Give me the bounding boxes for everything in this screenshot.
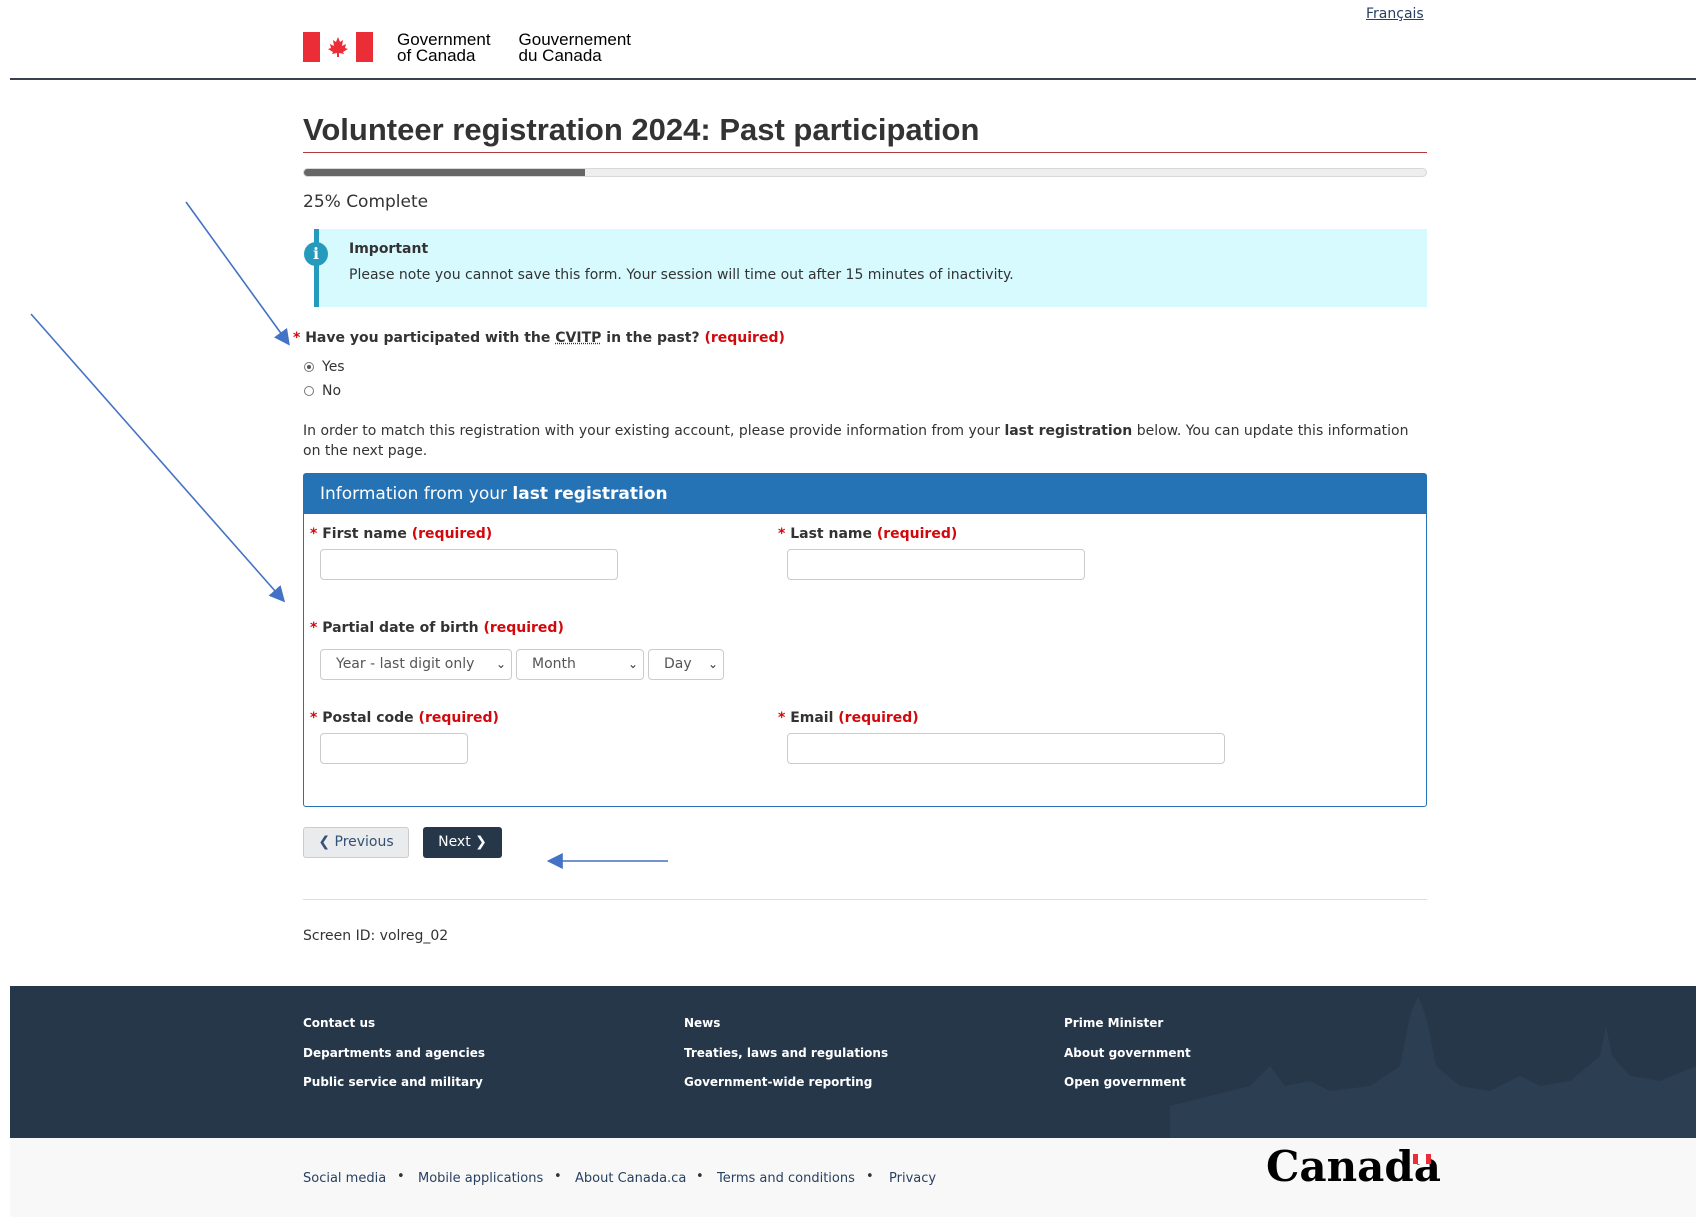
chevron-right-icon: ❯ xyxy=(475,834,487,850)
canada-flag-icon xyxy=(303,32,373,62)
header-divider xyxy=(10,78,1696,80)
postal-code-label: * Postal code (required) xyxy=(310,710,499,726)
matching-instructions: In order to match this registration with… xyxy=(303,423,1409,459)
signature-english: Government of Canada xyxy=(397,30,491,65)
footer-link-about-government[interactable]: About government xyxy=(1064,1046,1191,1060)
past-participation-question: * Have you participated with the CVITP i… xyxy=(293,330,785,346)
wordmark-flag-icon xyxy=(1413,1154,1431,1164)
signature-french: Gouvernement du Canada xyxy=(518,30,631,65)
footer-link-contact[interactable]: Contact us xyxy=(303,1016,375,1030)
progress-label: 25% Complete xyxy=(303,192,429,212)
required-marker: (required) xyxy=(704,330,785,346)
first-name-field[interactable] xyxy=(320,549,618,580)
first-name-label: * First name (required) xyxy=(310,526,493,542)
required-star: * xyxy=(293,330,301,346)
language-toggle-link[interactable]: Français xyxy=(1366,6,1424,22)
alert-text: Please note you cannot save this form. Y… xyxy=(349,267,1014,283)
progress-bar-fill xyxy=(304,169,585,176)
government-signature[interactable]: Government of Canada Gouvernement du Can… xyxy=(303,30,631,65)
footer-separator: • xyxy=(866,1169,874,1184)
chevron-left-icon: ❮ xyxy=(318,834,331,850)
month-select[interactable]: Month ⌄ xyxy=(516,649,644,680)
progress-bar xyxy=(303,168,1427,177)
page-title: Volunteer registration 2024: Past partic… xyxy=(303,112,980,147)
footer-separator: • xyxy=(397,1169,405,1184)
footer-link-mobile-apps[interactable]: Mobile applications xyxy=(418,1171,543,1186)
parliament-silhouette-icon xyxy=(1170,996,1696,1138)
postal-code-field[interactable] xyxy=(320,733,468,764)
email-label: * Email (required) xyxy=(778,710,919,726)
footer-link-about-canada[interactable]: About Canada.ca xyxy=(575,1171,686,1186)
footer-link-open-government[interactable]: Open government xyxy=(1064,1075,1186,1089)
alert-accent-bar xyxy=(314,229,319,307)
screen-id: Screen ID: volreg_02 xyxy=(303,928,449,944)
previous-button[interactable]: ❮ Previous xyxy=(303,827,409,858)
footer-link-treaties[interactable]: Treaties, laws and regulations xyxy=(684,1046,888,1060)
chevron-down-icon: ⌄ xyxy=(707,657,718,671)
main-footer: Contact us Departments and agencies Publ… xyxy=(10,986,1696,1138)
footer-link-social-media[interactable]: Social media xyxy=(303,1171,386,1186)
footer-link-terms[interactable]: Terms and conditions xyxy=(717,1171,855,1186)
last-name-field[interactable] xyxy=(787,549,1085,580)
footer-link-departments[interactable]: Departments and agencies xyxy=(303,1046,485,1060)
panel-heading: Information from your last registration xyxy=(304,474,1426,514)
chevron-down-icon: ⌄ xyxy=(495,657,506,671)
annotation-arrow-question xyxy=(185,201,290,346)
radio-yes-button[interactable] xyxy=(304,362,314,372)
radio-yes-label: Yes xyxy=(322,359,345,375)
radio-no-button[interactable] xyxy=(304,386,314,396)
info-icon: i xyxy=(304,242,328,266)
footer-link-public-service[interactable]: Public service and military xyxy=(303,1075,483,1089)
alert-title: Important xyxy=(349,241,429,257)
footer-separator: • xyxy=(554,1169,562,1184)
canada-wordmark: Canada xyxy=(1266,1142,1441,1191)
email-field[interactable] xyxy=(787,733,1225,764)
footer-link-privacy[interactable]: Privacy xyxy=(889,1171,936,1186)
day-select[interactable]: Day ⌄ xyxy=(648,649,724,680)
radio-no[interactable]: No xyxy=(304,383,341,399)
radio-no-label: No xyxy=(322,383,342,399)
cvitp-abbreviation: CVITP xyxy=(555,330,602,346)
footer-link-news[interactable]: News xyxy=(684,1016,720,1030)
footer-separator: • xyxy=(696,1169,704,1184)
next-button[interactable]: Next ❯ xyxy=(423,827,502,858)
footer-link-reporting[interactable]: Government-wide reporting xyxy=(684,1075,872,1089)
last-name-label: * Last name (required) xyxy=(778,526,958,542)
year-select[interactable]: Year - last digit only ⌄ xyxy=(320,649,512,680)
chevron-down-icon: ⌄ xyxy=(627,657,638,671)
content-divider xyxy=(303,899,1427,900)
dob-label: * Partial date of birth (required) xyxy=(310,620,564,636)
annotation-arrow-panel xyxy=(30,313,286,603)
footer-link-prime-minister[interactable]: Prime Minister xyxy=(1064,1016,1163,1030)
title-underline xyxy=(303,152,1427,153)
radio-yes[interactable]: Yes xyxy=(304,359,345,375)
